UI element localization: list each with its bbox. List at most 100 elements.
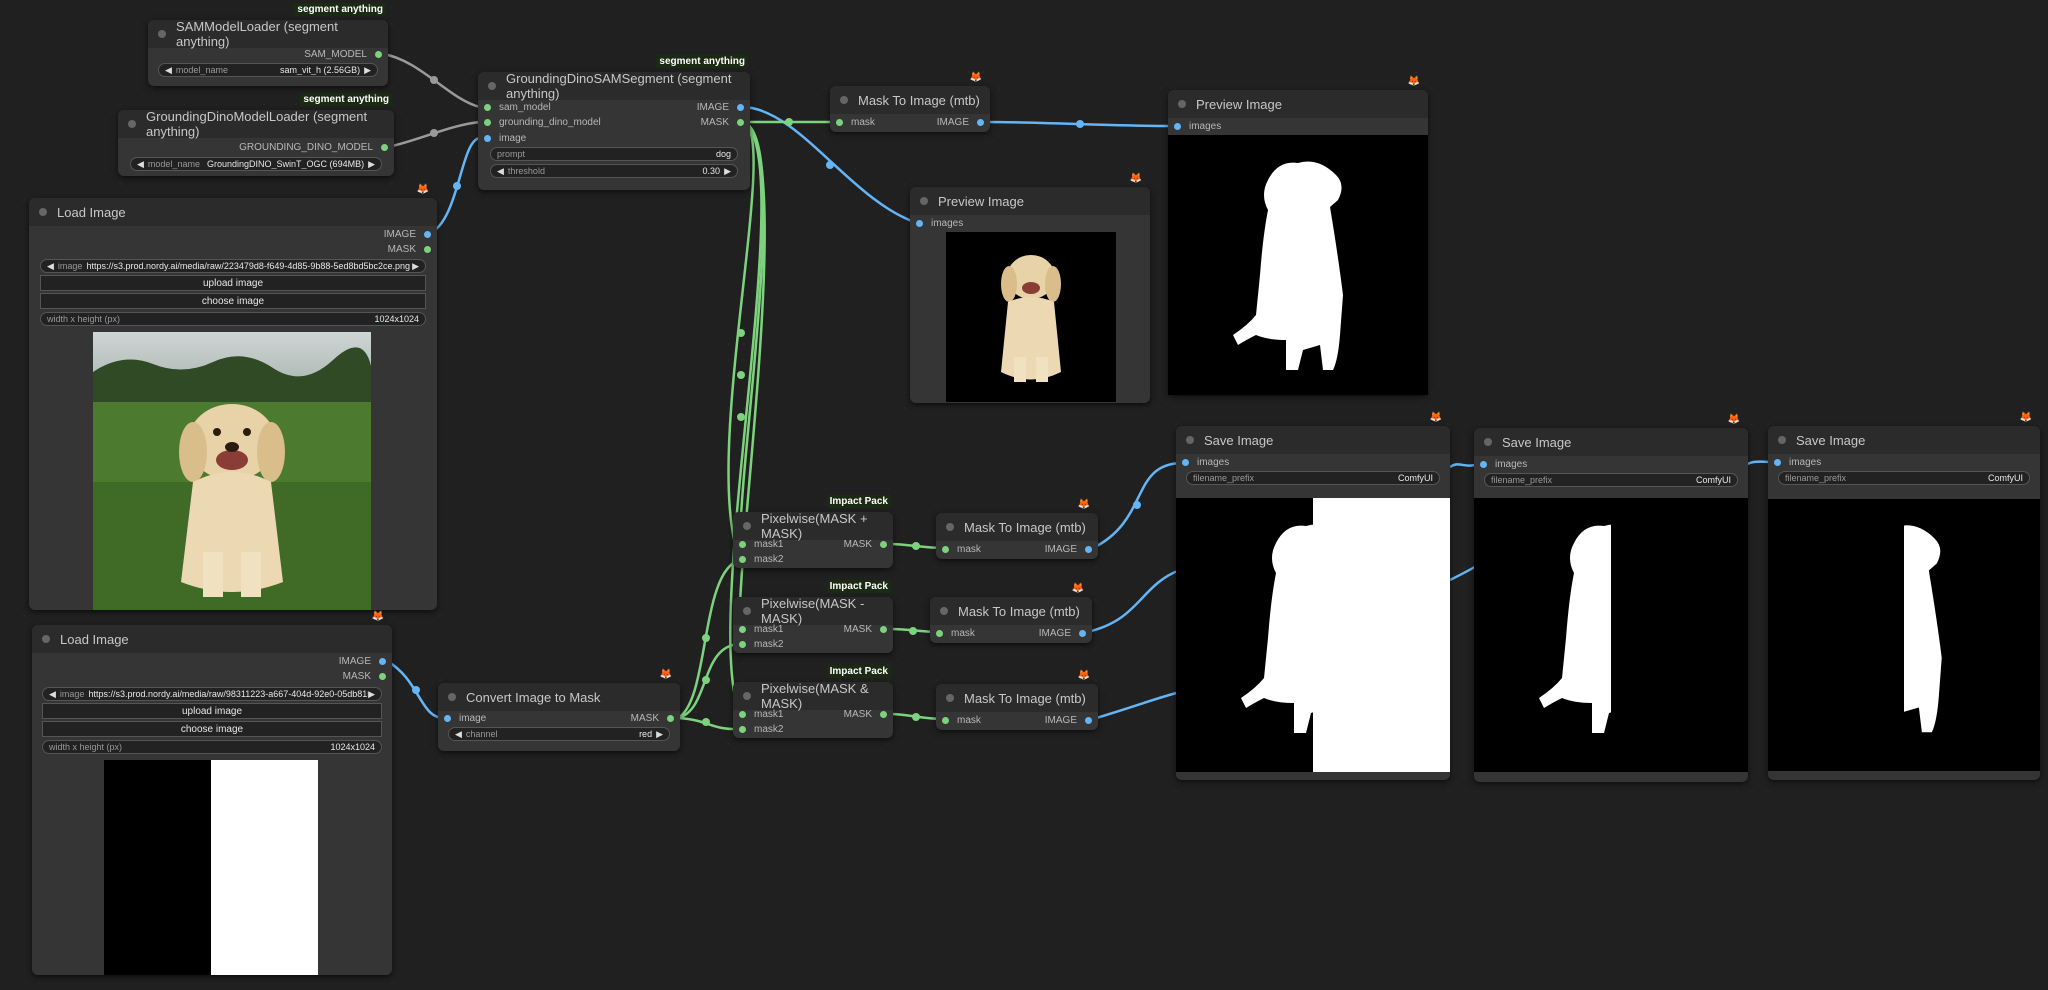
image-combo[interactable]: ◀ image https://s3.prod.nordy.ai/media/raw… xyxy=(40,259,426,273)
input-socket[interactable] xyxy=(484,103,491,111)
arrow-right-icon[interactable]: ▶ xyxy=(656,729,663,740)
output-socket[interactable] xyxy=(880,710,887,718)
collapse-dot-icon[interactable] xyxy=(743,692,751,700)
output-socket[interactable] xyxy=(381,143,388,151)
arrow-left-icon[interactable]: ◀ xyxy=(49,689,56,700)
arrow-right-icon[interactable]: ▶ xyxy=(368,159,375,170)
sam-model-loader-node[interactable]: segment anything SAMModelLoader (segment… xyxy=(148,3,388,86)
collapse-dot-icon[interactable] xyxy=(946,523,954,531)
output-socket[interactable] xyxy=(375,50,382,58)
input-socket[interactable] xyxy=(739,540,746,548)
collapse-dot-icon[interactable] xyxy=(1484,438,1492,446)
save-image-node[interactable]: 🦊 Save Image images filename_prefix Comfy… xyxy=(1768,412,2040,780)
output-socket[interactable] xyxy=(1085,545,1092,553)
collapse-dot-icon[interactable] xyxy=(920,197,928,205)
arrow-left-icon[interactable]: ◀ xyxy=(497,166,504,177)
collapse-dot-icon[interactable] xyxy=(1778,436,1786,444)
arrow-right-icon[interactable]: ▶ xyxy=(368,689,375,700)
image-combo[interactable]: ◀ image https://s3.prod.nordy.ai/media/raw… xyxy=(42,687,382,701)
output-socket[interactable] xyxy=(379,657,386,665)
mask-to-image-node[interactable]: 🦊 Mask To Image (mtb) mask IMAGE xyxy=(830,72,990,132)
input-socket[interactable] xyxy=(942,716,949,724)
output-socket[interactable] xyxy=(977,118,984,126)
output-socket[interactable] xyxy=(379,672,386,680)
collapse-dot-icon[interactable] xyxy=(39,208,47,216)
input-socket[interactable] xyxy=(1480,460,1487,468)
input-socket[interactable] xyxy=(739,625,746,633)
model-name-combo[interactable]: ◀ model_name GroundingDINO_SwinT_OGC (694M… xyxy=(130,157,382,171)
collapse-dot-icon[interactable] xyxy=(158,30,166,38)
input-socket[interactable] xyxy=(836,118,843,126)
arrow-left-icon[interactable]: ◀ xyxy=(47,261,54,272)
arrow-right-icon[interactable]: ▶ xyxy=(724,166,731,177)
output-socket[interactable] xyxy=(880,625,887,633)
collapse-dot-icon[interactable] xyxy=(42,635,50,643)
collapse-dot-icon[interactable] xyxy=(743,607,751,615)
input-socket[interactable] xyxy=(484,118,491,126)
output-socket[interactable] xyxy=(667,714,674,722)
pixelwise-and-node[interactable]: Impact Pack Pixelwise(MASK & MASK) mask1… xyxy=(733,665,893,738)
save-image-node[interactable]: 🦊 Save Image images filename_prefix Comfy… xyxy=(1176,412,1450,780)
input-socket[interactable] xyxy=(1774,458,1781,466)
input-socket[interactable] xyxy=(739,710,746,718)
collapse-dot-icon[interactable] xyxy=(1186,436,1194,444)
output-socket[interactable] xyxy=(424,245,431,253)
input-socket[interactable] xyxy=(739,555,746,563)
mask-to-image-node[interactable]: 🦊 Mask To Image (mtb) mask IMAGE xyxy=(936,499,1098,559)
input-socket[interactable] xyxy=(942,545,949,553)
upload-image-button[interactable]: upload image xyxy=(40,275,426,291)
arrow-right-icon[interactable]: ▶ xyxy=(412,261,419,272)
output-socket[interactable] xyxy=(880,540,887,548)
save-image-node[interactable]: 🦊 Save Image images filename_prefix Comfy… xyxy=(1474,414,1748,782)
input-socket[interactable] xyxy=(739,725,746,733)
threshold-slider[interactable]: ◀ threshold 0.30 ▶ xyxy=(490,164,738,178)
load-image-node[interactable]: 🦊 Load Image IMAGE MASK ◀ image https://s3… xyxy=(29,184,437,610)
output-socket[interactable] xyxy=(737,103,744,111)
mask-to-image-node[interactable]: 🦊 Mask To Image (mtb) mask IMAGE xyxy=(936,670,1098,730)
filename-prefix-field[interactable]: filename_prefix ComfyUI xyxy=(1484,473,1738,487)
collapse-dot-icon[interactable] xyxy=(448,693,456,701)
input-label: mask xyxy=(851,116,875,128)
pixelwise-add-node[interactable]: Impact Pack Pixelwise(MASK + MASK) mask1… xyxy=(733,495,893,568)
collapse-dot-icon[interactable] xyxy=(128,120,136,128)
arrow-left-icon[interactable]: ◀ xyxy=(137,159,144,170)
choose-image-button[interactable]: choose image xyxy=(40,293,426,309)
mask-to-image-node[interactable]: 🦊 Mask To Image (mtb) mask IMAGE xyxy=(930,583,1092,643)
preview-image-node[interactable]: 🦊 Preview Image images xyxy=(1168,76,1428,395)
output-socket[interactable] xyxy=(424,230,431,238)
input-socket[interactable] xyxy=(484,134,491,142)
output-socket[interactable] xyxy=(1085,716,1092,724)
model-name-combo[interactable]: ◀ model_name sam_vit_h (2.56GB) ▶ xyxy=(158,63,378,77)
channel-combo[interactable]: ◀ channel red ▶ xyxy=(448,727,670,741)
convert-image-to-mask-node[interactable]: 🦊 Convert Image to Mask image MASK ◀ chan… xyxy=(438,669,680,751)
pixelwise-subtract-node[interactable]: Impact Pack Pixelwise(MASK - MASK) mask1… xyxy=(733,580,893,653)
input-socket[interactable] xyxy=(1182,458,1189,466)
grounding-dino-loader-node[interactable]: segment anything GroundingDinoModelLoade… xyxy=(118,93,394,176)
input-socket[interactable] xyxy=(936,629,943,637)
input-socket[interactable] xyxy=(1174,122,1181,130)
output-socket[interactable] xyxy=(1079,629,1086,637)
collapse-dot-icon[interactable] xyxy=(743,522,751,530)
collapse-dot-icon[interactable] xyxy=(488,82,496,90)
grounding-dino-sam-segment-node[interactable]: segment anything GroundingDinoSAMSegment… xyxy=(478,55,750,190)
collapse-dot-icon[interactable] xyxy=(946,694,954,702)
collapse-dot-icon[interactable] xyxy=(940,607,948,615)
prompt-field[interactable]: prompt dog xyxy=(490,147,738,161)
arrow-left-icon[interactable]: ◀ xyxy=(165,65,172,76)
filename-prefix-field[interactable]: filename_prefix ComfyUI xyxy=(1186,471,1440,485)
arrow-right-icon[interactable]: ▶ xyxy=(364,65,371,76)
input-socket[interactable] xyxy=(444,714,451,722)
input-socket[interactable] xyxy=(739,640,746,648)
load-image-node[interactable]: 🦊 Load Image IMAGE MASK ◀ image https://s3… xyxy=(32,611,392,975)
choose-image-button[interactable]: choose image xyxy=(42,721,382,737)
input-socket[interactable] xyxy=(916,219,923,227)
node-badge: Impact Pack xyxy=(826,665,891,678)
output-socket[interactable] xyxy=(737,118,744,126)
collapse-dot-icon[interactable] xyxy=(840,96,848,104)
arrow-left-icon[interactable]: ◀ xyxy=(455,729,462,740)
result-image-add xyxy=(1176,498,1450,772)
preview-image-node[interactable]: 🦊 Preview Image images xyxy=(910,173,1150,403)
collapse-dot-icon[interactable] xyxy=(1178,100,1186,108)
filename-prefix-field[interactable]: filename_prefix ComfyUI xyxy=(1778,471,2030,485)
upload-image-button[interactable]: upload image xyxy=(42,703,382,719)
